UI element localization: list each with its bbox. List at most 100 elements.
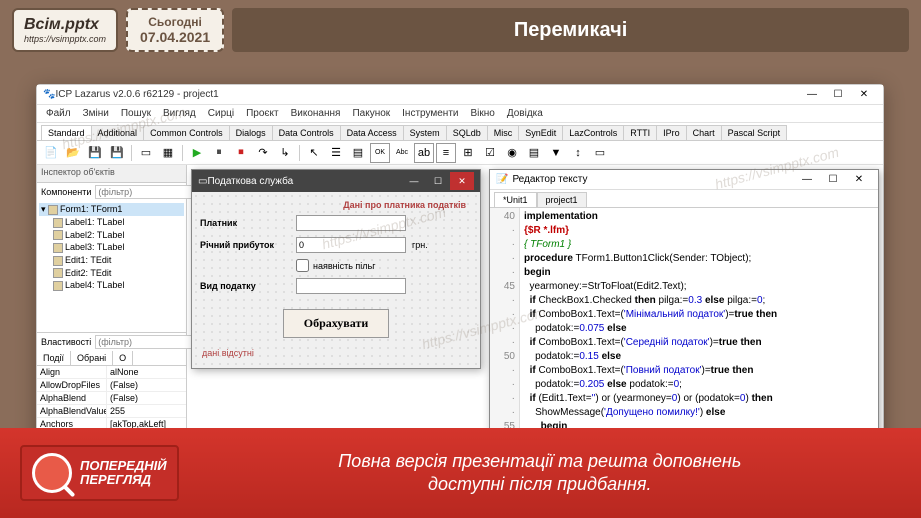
run-icon[interactable]: ▶ [187, 143, 207, 163]
input-taxtype[interactable] [296, 278, 406, 294]
menu-item[interactable]: Довідка [502, 107, 548, 120]
menu-item[interactable]: Пошук [116, 107, 156, 120]
saveall-icon[interactable]: 💾 [107, 143, 127, 163]
component-palette-tabs: StandardAdditionalCommon ControlsDialogs… [37, 123, 883, 141]
palette-tab[interactable]: IPro [656, 125, 687, 140]
props-tab[interactable]: Обрані [71, 351, 113, 365]
preview-overlay: ПОПЕРЕДНІЙ ПЕРЕГЛЯД Повна версія презент… [0, 428, 921, 518]
checkbox-benefits[interactable] [296, 259, 309, 272]
menu-item[interactable]: Проєкт [241, 107, 283, 120]
form-close-button[interactable]: ✕ [450, 172, 474, 190]
editor-tab[interactable]: *Unit1 [494, 192, 537, 207]
tree-item[interactable]: Label3: TLabel [39, 241, 184, 254]
menu-item[interactable]: Пакунок [347, 107, 395, 120]
menu-item[interactable]: Файл [41, 107, 76, 120]
menu-item[interactable]: Вікно [466, 107, 500, 120]
palette-tab[interactable]: Common Controls [143, 125, 230, 140]
property-row[interactable]: AllowDropFiles(False) [37, 379, 186, 392]
save-icon[interactable]: 💾 [85, 143, 105, 163]
logo-title: Всім.pptx [24, 16, 106, 34]
ide-menubar: ФайлЗміниПошукВиглядСирціПроєктВиконання… [37, 105, 883, 123]
property-row[interactable]: AlphaBlend(False) [37, 392, 186, 405]
component-tree[interactable]: ▾ Form1: TForm1Label1: TLabelLabel2: TLa… [37, 201, 186, 332]
form-designer[interactable]: ▭ Податкова служба — ☐ ✕ Дані про платни… [191, 169, 481, 369]
calculate-button[interactable]: Обрахувати [283, 309, 390, 338]
tree-item[interactable]: Label2: TLabel [39, 229, 184, 242]
input-income[interactable] [296, 237, 406, 253]
logo-url: https://vsimpptx.com [24, 34, 106, 44]
toggle-icon[interactable]: ⊞ [458, 143, 478, 163]
palette-tab[interactable]: System [403, 125, 447, 140]
stepover-icon[interactable]: ↷ [253, 143, 273, 163]
editor-maximize-button[interactable]: ☐ [820, 171, 846, 189]
unit-icon[interactable]: ▦ [158, 143, 178, 163]
code-lines[interactable]: implementation{$R *.lfm}{ TForm1 }proced… [520, 208, 878, 462]
date-box: Сьогодні 07.04.2021 [126, 8, 224, 52]
palette-tab[interactable]: Standard [41, 125, 92, 140]
props-tab[interactable]: Події [37, 351, 71, 365]
palette-tab[interactable]: SynEdit [518, 125, 563, 140]
open-icon[interactable]: 📂 [63, 143, 83, 163]
new-icon[interactable]: 📄 [41, 143, 61, 163]
stepin-icon[interactable]: ↳ [275, 143, 295, 163]
form-minimize-button[interactable]: — [402, 172, 426, 190]
menu-item[interactable]: Зміни [78, 107, 114, 120]
overlay-message: Повна версія презентації та решта доповн… [179, 450, 901, 497]
code-area[interactable]: 40 · · · · 45 · · · · 50 · · · · 55 · · … [490, 208, 878, 462]
property-row[interactable]: AlignalNone [37, 366, 186, 379]
input-payer[interactable] [296, 215, 406, 231]
toolbar-separator [182, 145, 183, 161]
form-status-text: дані відсутні [198, 344, 474, 362]
button-icon[interactable]: OK [370, 143, 390, 163]
popup-icon[interactable]: ▤ [348, 143, 368, 163]
maximize-button[interactable]: ☐ [825, 86, 851, 104]
tree-item[interactable]: ▾ Form1: TForm1 [39, 203, 184, 216]
editor-minimize-button[interactable]: — [794, 171, 820, 189]
minimize-button[interactable]: — [799, 86, 825, 104]
stop-icon[interactable]: ⏹ [231, 143, 251, 163]
palette-tab[interactable]: Chart [686, 125, 722, 140]
date-value: 07.04.2021 [140, 29, 210, 45]
property-row[interactable]: AlphaBlendValue255 [37, 405, 186, 418]
tree-item[interactable]: Label1: TLabel [39, 216, 184, 229]
palette-tab[interactable]: Additional [91, 125, 145, 140]
form-maximize-button[interactable]: ☐ [426, 172, 450, 190]
menu-item[interactable]: Інструменти [397, 107, 463, 120]
palette-tab[interactable]: LazControls [562, 125, 624, 140]
editor-tab[interactable]: project1 [537, 192, 587, 207]
checkbox-icon[interactable]: ☑ [480, 143, 500, 163]
listbox-icon[interactable]: ▤ [524, 143, 544, 163]
palette-tab[interactable]: Pascal Script [721, 125, 788, 140]
palette-tab[interactable]: RTTI [623, 125, 657, 140]
palette-tab[interactable]: Dialogs [229, 125, 273, 140]
ide-window: 🐾 ICP Lazarus v2.0.6 r62129 - project1 —… [36, 84, 884, 484]
properties-tabs: ПодіїОбраніО [37, 351, 186, 366]
tree-item[interactable]: Edit2: TEdit [39, 267, 184, 280]
props-tab[interactable]: О [113, 351, 133, 365]
edit-icon[interactable]: ab [414, 143, 434, 163]
preview-badge: ПОПЕРЕДНІЙ ПЕРЕГЛЯД [20, 445, 179, 501]
menu-item[interactable]: Сирці [203, 107, 239, 120]
radio-icon[interactable]: ◉ [502, 143, 522, 163]
palette-tab[interactable]: Misc [487, 125, 520, 140]
scrollbar-icon[interactable]: ↕ [568, 143, 588, 163]
tree-item[interactable]: Edit1: TEdit [39, 254, 184, 267]
form-icon[interactable]: ▭ [136, 143, 156, 163]
date-label: Сьогодні [148, 15, 202, 29]
editor-close-button[interactable]: ✕ [846, 171, 872, 189]
tree-item[interactable]: Label4: TLabel [39, 279, 184, 292]
pause-icon[interactable]: ⏸ [209, 143, 229, 163]
palette-tab[interactable]: SQLdb [446, 125, 488, 140]
memo-icon[interactable]: ≡ [436, 143, 456, 163]
groupbox-icon[interactable]: ▭ [590, 143, 610, 163]
combo-icon[interactable]: ▼ [546, 143, 566, 163]
menu-item[interactable]: Виконання [286, 107, 346, 120]
palette-tab[interactable]: Data Controls [272, 125, 341, 140]
pointer-icon[interactable]: ↖ [304, 143, 324, 163]
menu-icon[interactable]: ☰ [326, 143, 346, 163]
label-icon[interactable]: Abc [392, 143, 412, 163]
close-button[interactable]: ✕ [851, 86, 877, 104]
palette-tab[interactable]: Data Access [340, 125, 404, 140]
checkbox-label: наявність пільг [313, 261, 376, 271]
menu-item[interactable]: Вигляд [158, 107, 201, 120]
